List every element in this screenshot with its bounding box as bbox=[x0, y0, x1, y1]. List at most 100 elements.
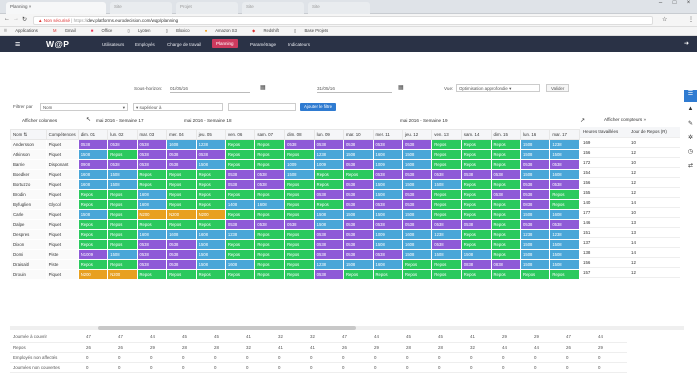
employee-name[interactable]: Andersson bbox=[10, 139, 47, 150]
shift-cell[interactable]: 0538 bbox=[520, 189, 551, 200]
shift-cell[interactable]: 0538 bbox=[224, 169, 256, 180]
shift-cell[interactable]: 0538 bbox=[77, 139, 109, 150]
shift-cell[interactable]: 1608 bbox=[401, 229, 433, 240]
show-counters-toggle[interactable]: Afficher compteurs » bbox=[580, 117, 684, 127]
employee-name[interactable]: Carle bbox=[10, 209, 47, 220]
gear-icon[interactable]: ✲ bbox=[684, 134, 697, 146]
shift-cell[interactable]: Repos bbox=[490, 239, 522, 250]
shift-cell[interactable]: 0538 bbox=[107, 159, 138, 170]
shift-cell[interactable]: 1608 bbox=[372, 149, 403, 160]
employee-name[interactable]: Domi bbox=[10, 249, 47, 260]
shift-cell[interactable]: 1508 bbox=[460, 249, 492, 260]
close-window-icon[interactable]: × bbox=[682, 0, 695, 9]
star-icon[interactable]: ☆ bbox=[662, 16, 667, 23]
shift-cell[interactable]: 1508 bbox=[520, 209, 551, 220]
warning-icon[interactable]: ▲ bbox=[684, 106, 697, 118]
forward-icon[interactable]: → bbox=[13, 16, 19, 22]
table-row[interactable]: Domi Piste N1009 1508 0538 0538 1508 Repos Repos… bbox=[10, 249, 580, 260]
shift-cell[interactable]: 1608 bbox=[549, 169, 580, 180]
start-date-input[interactable]: 01/05/16 bbox=[170, 85, 250, 93]
shift-cell[interactable]: 0538 bbox=[224, 179, 256, 190]
shift-cell[interactable]: Repos bbox=[313, 169, 344, 180]
shift-cell[interactable]: Repos bbox=[490, 159, 522, 170]
shift-cell[interactable]: Repos bbox=[166, 179, 197, 190]
shift-cell[interactable]: Repos bbox=[490, 269, 522, 280]
shift-cell[interactable]: 1238 bbox=[549, 139, 580, 150]
employee-name[interactable]: Drouin bbox=[10, 269, 47, 280]
end-date-input[interactable]: 31/05/16 bbox=[317, 85, 392, 93]
shift-cell[interactable]: 1508 bbox=[520, 149, 551, 160]
shift-cell[interactable]: 1508 bbox=[195, 249, 226, 260]
bookmark-redshift[interactable]: ◆ Redshift bbox=[252, 28, 286, 33]
shift-cell[interactable]: Repos bbox=[460, 179, 492, 190]
shift-cell[interactable]: 0538 bbox=[136, 259, 168, 270]
shift-cell[interactable]: 1508 bbox=[401, 249, 433, 260]
filter-field-select[interactable]: Nom ▾ bbox=[40, 103, 128, 111]
bookmark-office[interactable]: ■ Office bbox=[91, 28, 120, 33]
shift-cell[interactable]: 0538 bbox=[401, 139, 433, 150]
shift-cell[interactable]: 1508 bbox=[431, 249, 462, 260]
employee-name[interactable]: Draisaitl bbox=[10, 259, 47, 270]
column-header-skill[interactable]: Compétences bbox=[45, 129, 79, 140]
filter-operator-select[interactable]: ▾ supérieur à bbox=[133, 103, 223, 111]
shift-cell[interactable]: N200 bbox=[136, 209, 168, 220]
shift-cell[interactable]: 0538 bbox=[195, 149, 226, 160]
shift-cell[interactable]: 0538 bbox=[549, 159, 580, 170]
day-header[interactable]: jeu. 05 bbox=[195, 129, 226, 140]
shift-cell[interactable]: N200 bbox=[195, 209, 226, 220]
menu-dots-icon[interactable]: ⋮ bbox=[688, 16, 694, 23]
shift-cell[interactable]: 1608 bbox=[136, 199, 168, 210]
shift-cell[interactable]: Repos bbox=[284, 189, 315, 200]
shift-cell[interactable]: 1508 bbox=[342, 259, 374, 270]
shift-cell[interactable]: 1508 bbox=[520, 259, 551, 270]
shift-cell[interactable]: 0538 bbox=[372, 169, 403, 180]
shift-cell[interactable]: 0538 bbox=[490, 189, 522, 200]
shift-cell[interactable]: Repos bbox=[313, 199, 344, 210]
shift-cell[interactable]: Repos bbox=[401, 259, 433, 270]
shift-cell[interactable]: 0838 bbox=[460, 259, 492, 270]
shift-cell[interactable]: Repos bbox=[549, 269, 580, 280]
shift-cell[interactable]: 0538 bbox=[460, 219, 492, 230]
shift-cell[interactable]: Repos bbox=[460, 269, 492, 280]
shift-cell[interactable]: Repos bbox=[195, 219, 226, 230]
minimize-icon[interactable]: – bbox=[654, 0, 667, 9]
bookmark-lyoten[interactable]: ▯ Lyoten bbox=[128, 28, 158, 33]
shift-cell[interactable]: Repos bbox=[431, 199, 462, 210]
shift-cell[interactable]: 0538 bbox=[107, 139, 138, 150]
shift-cell[interactable]: 1608 bbox=[254, 199, 286, 210]
shift-cell[interactable]: Repos bbox=[284, 209, 315, 220]
employee-name[interactable]: Dixon bbox=[10, 239, 47, 250]
shift-cell[interactable]: 1009 bbox=[313, 159, 344, 170]
shift-cell[interactable]: 1608 bbox=[401, 159, 433, 170]
nav-charge-de-travail[interactable]: Charge de travail bbox=[163, 40, 205, 49]
column-header-hours[interactable]: Heures travaillées bbox=[580, 127, 628, 138]
shift-cell[interactable]: 1508 bbox=[520, 139, 551, 150]
shift-cell[interactable]: Repos bbox=[254, 249, 286, 260]
shift-cell[interactable]: Repos bbox=[490, 249, 522, 260]
shift-cell[interactable]: 1508 bbox=[77, 209, 109, 220]
reload-icon[interactable]: ↻ bbox=[22, 16, 27, 23]
shift-cell[interactable]: Repos bbox=[136, 179, 168, 190]
table-row[interactable]: Draisaitl Piste Repos Repos 0538 0538 1508 1608… bbox=[10, 259, 580, 270]
validate-button[interactable]: Valider bbox=[546, 84, 570, 92]
shift-cell[interactable]: Repos bbox=[431, 149, 462, 160]
shift-cell[interactable]: Repos bbox=[107, 199, 138, 210]
shift-cell[interactable]: Repos bbox=[254, 269, 286, 280]
shift-cell[interactable]: 1608 bbox=[136, 229, 168, 240]
shift-cell[interactable]: Repos bbox=[490, 229, 522, 240]
day-header[interactable]: dim. 15 bbox=[490, 129, 522, 140]
shift-cell[interactable]: 0538 bbox=[520, 179, 551, 190]
shift-cell[interactable]: Repos bbox=[431, 189, 462, 200]
bookmark-base-projets[interactable]: ▯ Base Projets bbox=[294, 28, 335, 33]
shift-cell[interactable]: 1608 bbox=[372, 259, 403, 270]
shift-cell[interactable]: 1238 bbox=[431, 229, 462, 240]
day-header[interactable]: sam. 07 bbox=[254, 129, 286, 140]
employee-name[interactable]: Dalpe bbox=[10, 219, 47, 230]
shift-cell[interactable]: Repos bbox=[490, 219, 522, 230]
shift-cell[interactable]: N200 bbox=[107, 269, 138, 280]
table-row[interactable]: Bortuzzo Piquet 1608 1508 Repos Repos Repos 053… bbox=[10, 179, 580, 190]
back-icon[interactable]: ← bbox=[4, 16, 10, 22]
shift-cell[interactable]: 1508 bbox=[342, 209, 374, 220]
shift-cell[interactable]: Repos bbox=[166, 169, 197, 180]
shift-cell[interactable]: 0538 bbox=[342, 249, 374, 260]
